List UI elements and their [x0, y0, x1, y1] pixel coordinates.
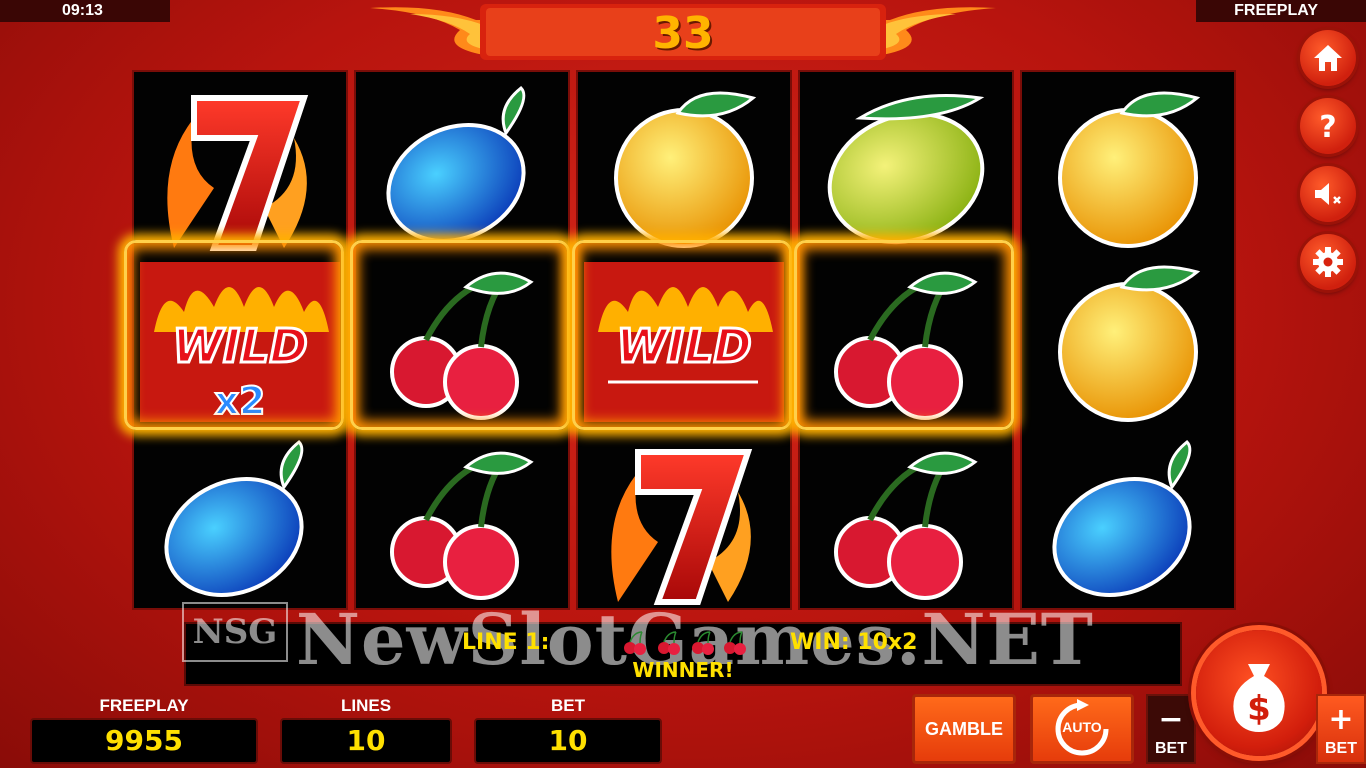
auto-button[interactable]: AUTO	[1030, 694, 1134, 764]
seven-symbol	[134, 78, 346, 256]
freeplay-label: FREEPLAY	[99, 696, 189, 715]
sound-button[interactable]	[1300, 166, 1356, 222]
speaker-muted-icon	[1315, 183, 1341, 205]
home-icon	[1314, 45, 1342, 71]
win-amount: WIN: 10x2	[790, 630, 918, 655]
win-line-symbols	[624, 631, 746, 655]
bet-plus-label: BET	[1325, 740, 1357, 757]
plum-symbol	[134, 432, 346, 608]
auto-label: AUTO	[1062, 719, 1102, 735]
mode-label: FREEPLAY	[1196, 0, 1366, 22]
gamble-button[interactable]: GAMBLE	[912, 694, 1016, 764]
plus-icon: +	[1328, 702, 1354, 737]
win-highlight	[572, 240, 792, 430]
watermark-logo: NSG	[182, 602, 288, 662]
bet-increase-button[interactable]: + BET	[1316, 694, 1366, 764]
cherry-icon	[724, 631, 746, 655]
winner-status: WINNER!	[632, 658, 734, 682]
orange-symbol	[1022, 78, 1234, 256]
free-spins-counter: 33	[652, 8, 714, 59]
freeplay-balance: 9955	[30, 718, 258, 764]
cherry-icon	[658, 631, 680, 655]
cherry-icon	[692, 631, 714, 655]
orange-symbol	[578, 78, 790, 256]
lines-label: LINES	[340, 696, 392, 715]
cherry-symbol	[800, 432, 1012, 608]
win-highlight	[124, 240, 344, 430]
bet-minus-label: BET	[1155, 740, 1187, 757]
settings-button[interactable]	[1300, 234, 1356, 290]
plum-symbol	[1022, 432, 1234, 608]
spin-button[interactable]: $	[1196, 630, 1322, 756]
help-button[interactable]: ?	[1300, 98, 1356, 154]
svg-text:?: ?	[1319, 110, 1336, 143]
gear-icon	[1313, 247, 1343, 277]
bet-label: BET	[551, 696, 585, 715]
clock: 09:13	[0, 0, 170, 22]
cherry-symbol	[356, 432, 568, 608]
win-line-label: LINE 1:	[462, 630, 550, 655]
cherry-icon	[624, 631, 646, 655]
lines-value: 10	[280, 718, 452, 764]
bet-decrease-button[interactable]: − BET	[1146, 694, 1196, 764]
reel-5	[1020, 70, 1236, 610]
plum-symbol	[356, 78, 568, 256]
minus-icon: −	[1158, 702, 1184, 737]
money-bag-icon: $	[1233, 664, 1285, 732]
orange-symbol	[1022, 252, 1234, 430]
bet-value: 10	[474, 718, 662, 764]
svg-text:$: $	[1247, 689, 1271, 729]
question-icon: ?	[1319, 110, 1336, 143]
lemon-symbol	[800, 78, 1012, 256]
win-highlight	[794, 240, 1014, 430]
home-button[interactable]	[1300, 30, 1356, 86]
seven-symbol	[578, 432, 790, 608]
win-highlight	[350, 240, 570, 430]
